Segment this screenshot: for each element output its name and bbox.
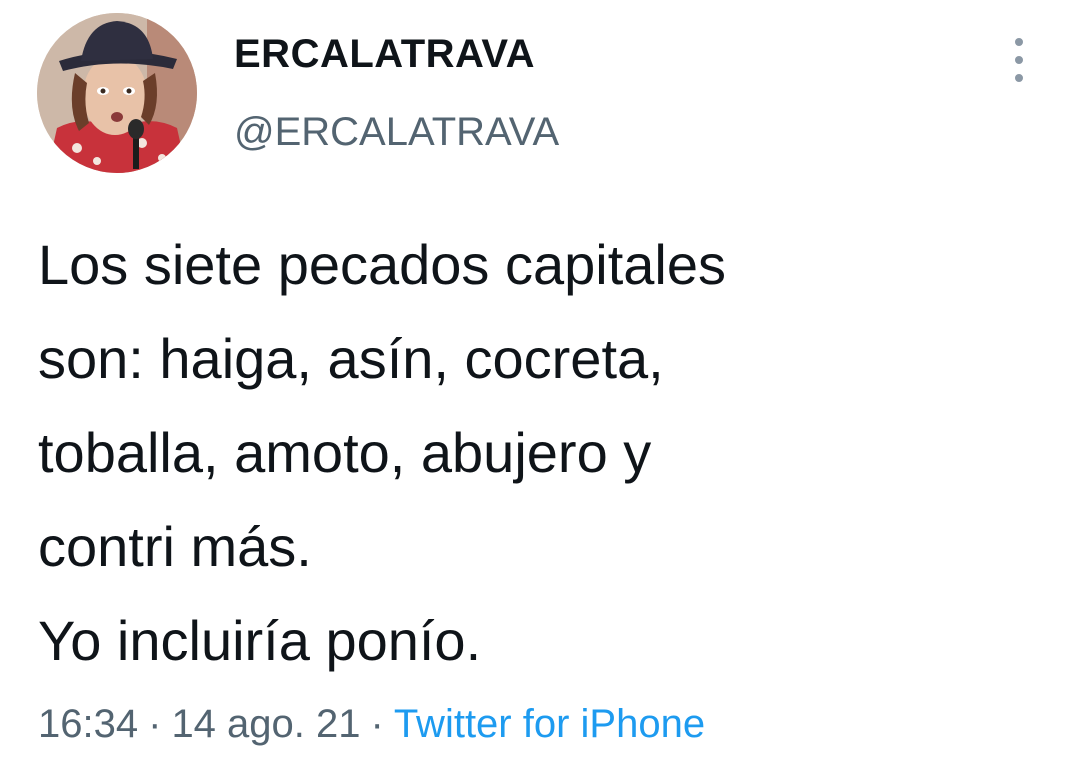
tweet-text-line: Los siete pecados capitales [38,233,726,296]
meta-separator: · [148,702,162,746]
tweet-date[interactable]: 14 ago. 21 [171,702,360,746]
user-handle[interactable]: @ERCALATRAVA [234,110,559,155]
tweet-time[interactable]: 16:34 [38,702,138,746]
more-vertical-icon-dot [1015,56,1023,64]
tweet-text-line: contri más. [38,515,312,578]
avatar[interactable] [37,13,197,173]
tweet-text-line: son: haiga, asín, cocreta, [38,327,664,390]
tweet-text: Los siete pecados capitales son: haiga, … [38,218,1058,688]
more-vertical-icon-dot [1015,74,1023,82]
tweet-metadata: 16:34 · 14 ago. 21 · Twitter for iPhone [38,702,705,747]
tweet-text-line: Yo incluiría ponío. [38,609,482,672]
meta-separator: · [370,702,384,746]
more-options-button[interactable] [1006,38,1032,82]
tweet-text-line: toballa, amoto, abujero y [38,421,652,484]
more-vertical-icon [1015,38,1023,46]
tweet-source-link[interactable]: Twitter for iPhone [394,702,705,746]
profile-photo [37,13,197,173]
tweet-card: ERCALATRAVA @ERCALATRAVA Los siete pecad… [0,0,1079,775]
display-name[interactable]: ERCALATRAVA [234,32,535,77]
